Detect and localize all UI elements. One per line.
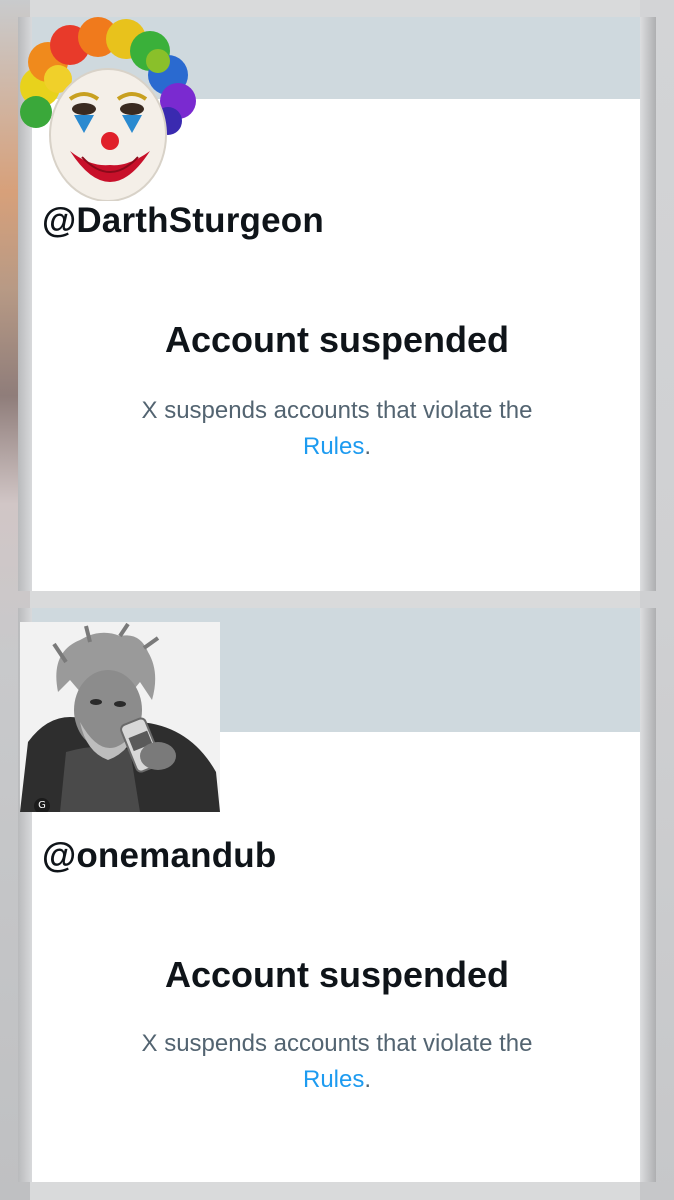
- profile-handle: @DarthSturgeon: [42, 201, 324, 240]
- profile-handle: @onemandub: [42, 836, 277, 875]
- period: .: [364, 433, 372, 460]
- suspended-title: Account suspended: [164, 954, 510, 995]
- google-lens-icon[interactable]: G: [34, 798, 50, 812]
- rules-link[interactable]: Rules: [303, 433, 364, 460]
- suspended-title: Account suspended: [164, 319, 510, 360]
- rules-link[interactable]: Rules: [303, 1066, 364, 1093]
- old-man-avatar-icon[interactable]: G: [20, 622, 220, 812]
- suspended-description: X suspends accounts that violate the Rul…: [18, 393, 656, 465]
- profile-card-top: @DarthSturgeon Account suspended X suspe…: [18, 17, 656, 591]
- suspended-text: X suspends accounts that violate the: [141, 1030, 533, 1057]
- period: .: [364, 1066, 372, 1093]
- profile-card-bottom: G @onemandub Account suspended X suspend…: [18, 608, 656, 1182]
- card-edge-right: [640, 17, 656, 591]
- suspended-description: X suspends accounts that violate the Rul…: [18, 1026, 656, 1098]
- clown-avatar-icon[interactable]: [18, 17, 196, 201]
- suspended-text: X suspends accounts that violate the: [141, 397, 533, 424]
